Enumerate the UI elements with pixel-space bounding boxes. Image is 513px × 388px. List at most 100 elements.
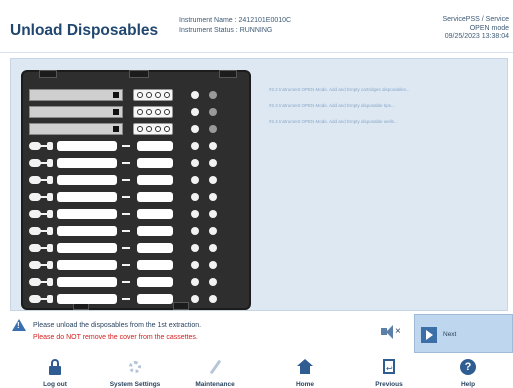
datetime: 09/25/2023 13:38:04	[444, 33, 509, 40]
indicator-dot	[191, 193, 199, 201]
tube-slot	[137, 226, 173, 236]
indicator-dot	[209, 142, 217, 150]
tip-label	[57, 277, 117, 287]
user-info: ServicePSS / Service OPEN mode 09/25/202…	[442, 16, 509, 42]
tip-row	[29, 139, 243, 153]
tip-row	[29, 241, 243, 255]
well-strip	[133, 106, 173, 118]
indicator-dot	[209, 227, 217, 235]
status-message: #2.2 Instrument OPEN Mode. Add and Empty…	[269, 87, 410, 92]
tube-slot	[137, 294, 173, 304]
instrument-info: Instrument Name : 2412101E0010C Instrume…	[179, 16, 291, 36]
instrument-name: Instrument Name : 2412101E0010C	[179, 17, 292, 24]
user-name: ServicePSS / Service	[442, 16, 509, 23]
wrench-icon	[207, 359, 223, 375]
tip-row	[29, 275, 243, 289]
well-strip	[133, 123, 173, 135]
nav-previous[interactable]: ↩ Previous	[349, 356, 429, 388]
nav-help[interactable]: ? Help	[428, 356, 508, 388]
tip-label	[57, 158, 117, 168]
tube-slot	[137, 243, 173, 253]
tip-row	[29, 156, 243, 170]
next-label: Next	[443, 331, 457, 338]
nav-system-settings[interactable]: System Settings	[95, 356, 175, 388]
tube-slot	[137, 277, 173, 287]
deck-clip	[129, 70, 149, 78]
indicator-dot	[191, 210, 199, 218]
indicator-dot	[209, 295, 217, 303]
next-button[interactable]: Next	[414, 314, 513, 353]
status-message: #2.4 Instrument OPEN Mode. Add and Empty…	[269, 119, 398, 124]
header-divider	[0, 52, 513, 53]
indicator-dot	[209, 244, 217, 252]
cartridge-row	[29, 105, 243, 119]
cartridge-row	[29, 122, 243, 136]
nav-home[interactable]: Home	[265, 356, 345, 388]
tube-slot	[137, 158, 173, 168]
tip-row	[29, 207, 243, 221]
cartridge	[29, 123, 123, 135]
indicator-dot	[191, 176, 199, 184]
deck-clip	[219, 70, 237, 78]
tube-slot	[137, 141, 173, 151]
indicator-dot	[209, 261, 217, 269]
indicator-dot	[209, 193, 217, 201]
indicator-dot	[191, 108, 199, 116]
next-arrow-icon	[421, 327, 437, 343]
tip-row	[29, 190, 243, 204]
cartridge-row	[29, 88, 243, 102]
tip-label	[57, 294, 117, 304]
indicator-dot	[209, 108, 217, 116]
gear-icon	[127, 359, 143, 375]
tip-label	[57, 226, 117, 236]
mute-icon[interactable]: ×	[381, 325, 403, 339]
indicator-dot	[209, 125, 217, 133]
instrument-status: Instrument Status : RUNNING	[179, 27, 273, 34]
indicator-dot	[191, 278, 199, 286]
indicator-dot	[191, 91, 199, 99]
deck-clip	[39, 70, 57, 78]
tip-row	[29, 292, 243, 306]
tube-slot	[137, 175, 173, 185]
indicator-dot	[209, 159, 217, 167]
indicator-dot	[209, 278, 217, 286]
indicator-dot	[191, 295, 199, 303]
previous-icon: ↩	[381, 359, 397, 375]
tip-label	[57, 243, 117, 253]
indicator-dot	[209, 176, 217, 184]
indicator-dot	[209, 210, 217, 218]
tip-row	[29, 224, 243, 238]
page-title: Unload Disposables	[10, 22, 159, 39]
indicator-dot	[191, 244, 199, 252]
home-icon	[297, 359, 313, 375]
tube-slot	[137, 260, 173, 270]
indicator-dot	[209, 91, 217, 99]
tube-slot	[137, 209, 173, 219]
tip-label	[57, 141, 117, 151]
indicator-dot	[191, 227, 199, 235]
indicator-dot	[191, 261, 199, 269]
tip-row	[29, 173, 243, 187]
tip-label	[57, 175, 117, 185]
tip-label	[57, 209, 117, 219]
tip-label	[57, 192, 117, 202]
indicator-dot	[191, 125, 199, 133]
cartridge	[29, 89, 123, 101]
tip-row	[29, 258, 243, 272]
indicator-dot	[191, 159, 199, 167]
lock-icon	[47, 359, 63, 375]
cartridge	[29, 106, 123, 118]
unload-instruction: Please unload the disposables from the 1…	[33, 322, 202, 329]
cover-warning: Please do NOT remove the cover from the …	[33, 334, 198, 341]
header: Unload Disposables Instrument Name : 241…	[0, 0, 513, 52]
instrument-deck-diagram	[21, 70, 251, 310]
help-icon: ?	[460, 359, 476, 375]
main-panel: #2.2 Instrument OPEN Mode. Add and Empty…	[10, 58, 508, 311]
mode-label: OPEN mode	[469, 24, 509, 32]
warning-icon: !	[12, 319, 26, 331]
indicator-dot	[191, 142, 199, 150]
nav-logout[interactable]: Log out	[15, 356, 95, 388]
well-strip	[133, 89, 173, 101]
tube-slot	[137, 192, 173, 202]
nav-maintenance[interactable]: Maintenance	[175, 356, 255, 388]
